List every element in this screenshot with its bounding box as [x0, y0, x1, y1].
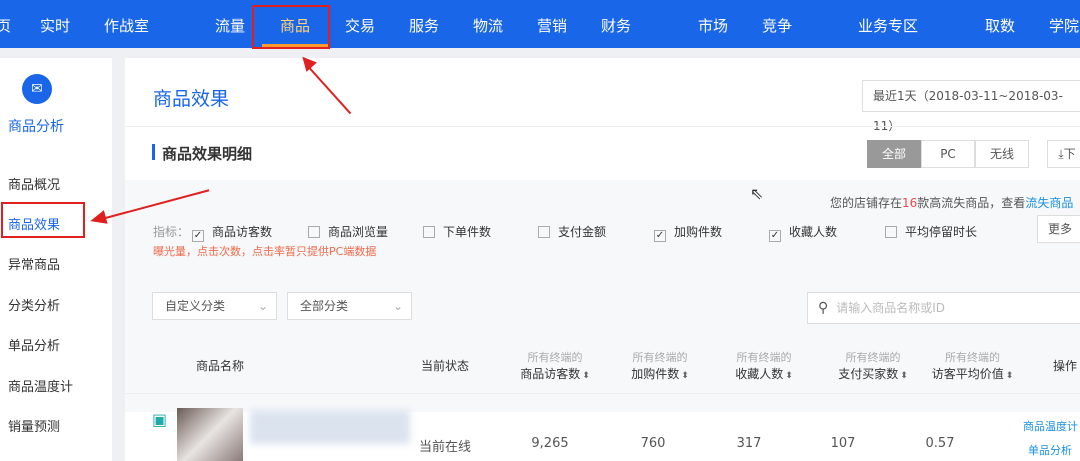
col-favorites[interactable]: 所有终端的 收藏人数 ⬍: [724, 350, 804, 384]
row-cart: 760: [640, 436, 666, 451]
metric-stay-time[interactable]: 平均停留时长: [885, 223, 977, 240]
col-visitors[interactable]: 所有终端的 商品访客数 ⬍: [515, 350, 595, 384]
tab-pc[interactable]: PC: [921, 140, 975, 168]
main-panel: 商品效果 最近1天（2018-03-11~2018-03-11） 商品效果明细 …: [125, 58, 1080, 461]
nav-traffic[interactable]: 流量: [215, 15, 245, 36]
page-title: 商品效果: [153, 88, 230, 110]
metric-favorites[interactable]: ✓ 收藏人数: [769, 223, 837, 242]
product-thumbnail[interactable]: [177, 408, 243, 461]
search-input[interactable]: ⚲ 请输入商品名称或ID: [807, 292, 1080, 324]
row-status: 当前在线: [418, 440, 471, 455]
col-name: 商品名称: [195, 359, 244, 373]
nav-home[interactable]: 页: [0, 15, 11, 36]
lost-goods-link[interactable]: 流失商品: [1025, 196, 1073, 210]
pc-data-warning: 曝光量，点击次数，点击率暂只提供PC端数据: [153, 245, 377, 258]
divider: [125, 393, 1080, 394]
nav-finance[interactable]: 财务: [601, 15, 631, 36]
metric-cart[interactable]: ✓ 加购件数: [654, 223, 722, 242]
row-buyers: 107: [830, 436, 856, 451]
section-marker: [152, 144, 155, 160]
section-title: 商品效果明细: [162, 145, 253, 163]
nav-logistics[interactable]: 物流: [473, 15, 503, 36]
nav-market[interactable]: 市场: [698, 15, 728, 36]
sidebar-item-overview[interactable]: 商品概况: [8, 174, 60, 193]
highlight-box-nav: [252, 5, 330, 49]
metric-pageviews[interactable]: 商品浏览量: [308, 223, 388, 240]
lost-goods-notice: 您的店铺存在16款高流失商品，查看流失商品: [830, 196, 1074, 210]
sidebar-item-forecast[interactable]: 销量预测: [8, 416, 60, 435]
row-avg-value: 0.57: [925, 436, 955, 451]
sidebar-item-single[interactable]: 单品分析: [8, 335, 60, 354]
nav-realtime[interactable]: 实时: [40, 15, 70, 36]
col-status: 当前状态: [420, 359, 469, 373]
tab-wireless[interactable]: 无线: [975, 140, 1029, 168]
metric-pay-amount[interactable]: 支付金额: [538, 223, 606, 240]
nav-business[interactable]: 业务专区: [858, 15, 918, 36]
row-visitors: 9,265: [531, 436, 569, 451]
sidebar-item-abnormal[interactable]: 异常商品: [8, 254, 60, 273]
nav-marketing[interactable]: 营销: [537, 15, 567, 36]
sidebar-item-category[interactable]: 分类分析: [8, 295, 60, 314]
top-nav: 页 实时 作战室 流量 商品 交易 服务 物流 营销 财务 市场 竞争 业务专区…: [0, 0, 1080, 48]
sidebar-title: 商品分析: [8, 119, 64, 135]
col-buyers[interactable]: 所有终端的 支付买家数 ⬍: [831, 350, 915, 384]
search-icon: ⚲: [818, 300, 829, 316]
nav-service[interactable]: 服务: [409, 15, 439, 36]
highlight-box-sidebar: [1, 202, 85, 238]
envelope-icon: ✉: [22, 74, 52, 104]
nav-trade[interactable]: 交易: [345, 15, 375, 36]
row-favorites: 317: [736, 436, 762, 451]
download-label: 下: [1063, 147, 1076, 161]
nav-competition[interactable]: 竞争: [762, 15, 792, 36]
mouse-cursor-icon: ⇖: [750, 184, 764, 203]
metrics-label: 指标：: [153, 225, 190, 239]
col-avg-value[interactable]: 所有终端的 访客平均价值 ⬍: [925, 350, 1020, 384]
thermometer-link[interactable]: 商品温度计: [1023, 418, 1078, 434]
sidebar-item-thermometer[interactable]: 商品温度计: [8, 376, 73, 395]
divider: [125, 126, 1080, 127]
nav-warroom[interactable]: 作战室: [104, 15, 149, 36]
nav-data[interactable]: 取数: [985, 15, 1015, 36]
col-actions: 操作: [1052, 359, 1077, 373]
nav-academy[interactable]: 学院: [1049, 15, 1079, 36]
date-range-picker[interactable]: 最近1天（2018-03-11~2018-03-11）: [862, 80, 1080, 133]
more-dropdown[interactable]: 更多: [1037, 215, 1080, 243]
mobile-check-icon: ▣: [152, 410, 168, 429]
all-category-select[interactable]: 全部分类 ⌄: [287, 292, 412, 320]
product-name-blurred[interactable]: [250, 410, 410, 444]
tab-all[interactable]: 全部: [867, 140, 921, 168]
download-button[interactable]: ⤓下: [1047, 140, 1080, 168]
custom-category-select[interactable]: 自定义分类 ⌄: [152, 292, 277, 320]
metric-order-items[interactable]: 下单件数: [423, 223, 491, 240]
sidebar: ✉ 商品分析 商品概况 商品效果 异常商品 分类分析 单品分析 商品温度计 销量…: [0, 58, 112, 461]
single-analysis-link[interactable]: 单品分析: [1028, 442, 1072, 458]
col-cart[interactable]: 所有终端的 加购件数 ⬍: [620, 350, 700, 384]
metric-visitors[interactable]: ✓ 商品访客数: [192, 223, 272, 242]
